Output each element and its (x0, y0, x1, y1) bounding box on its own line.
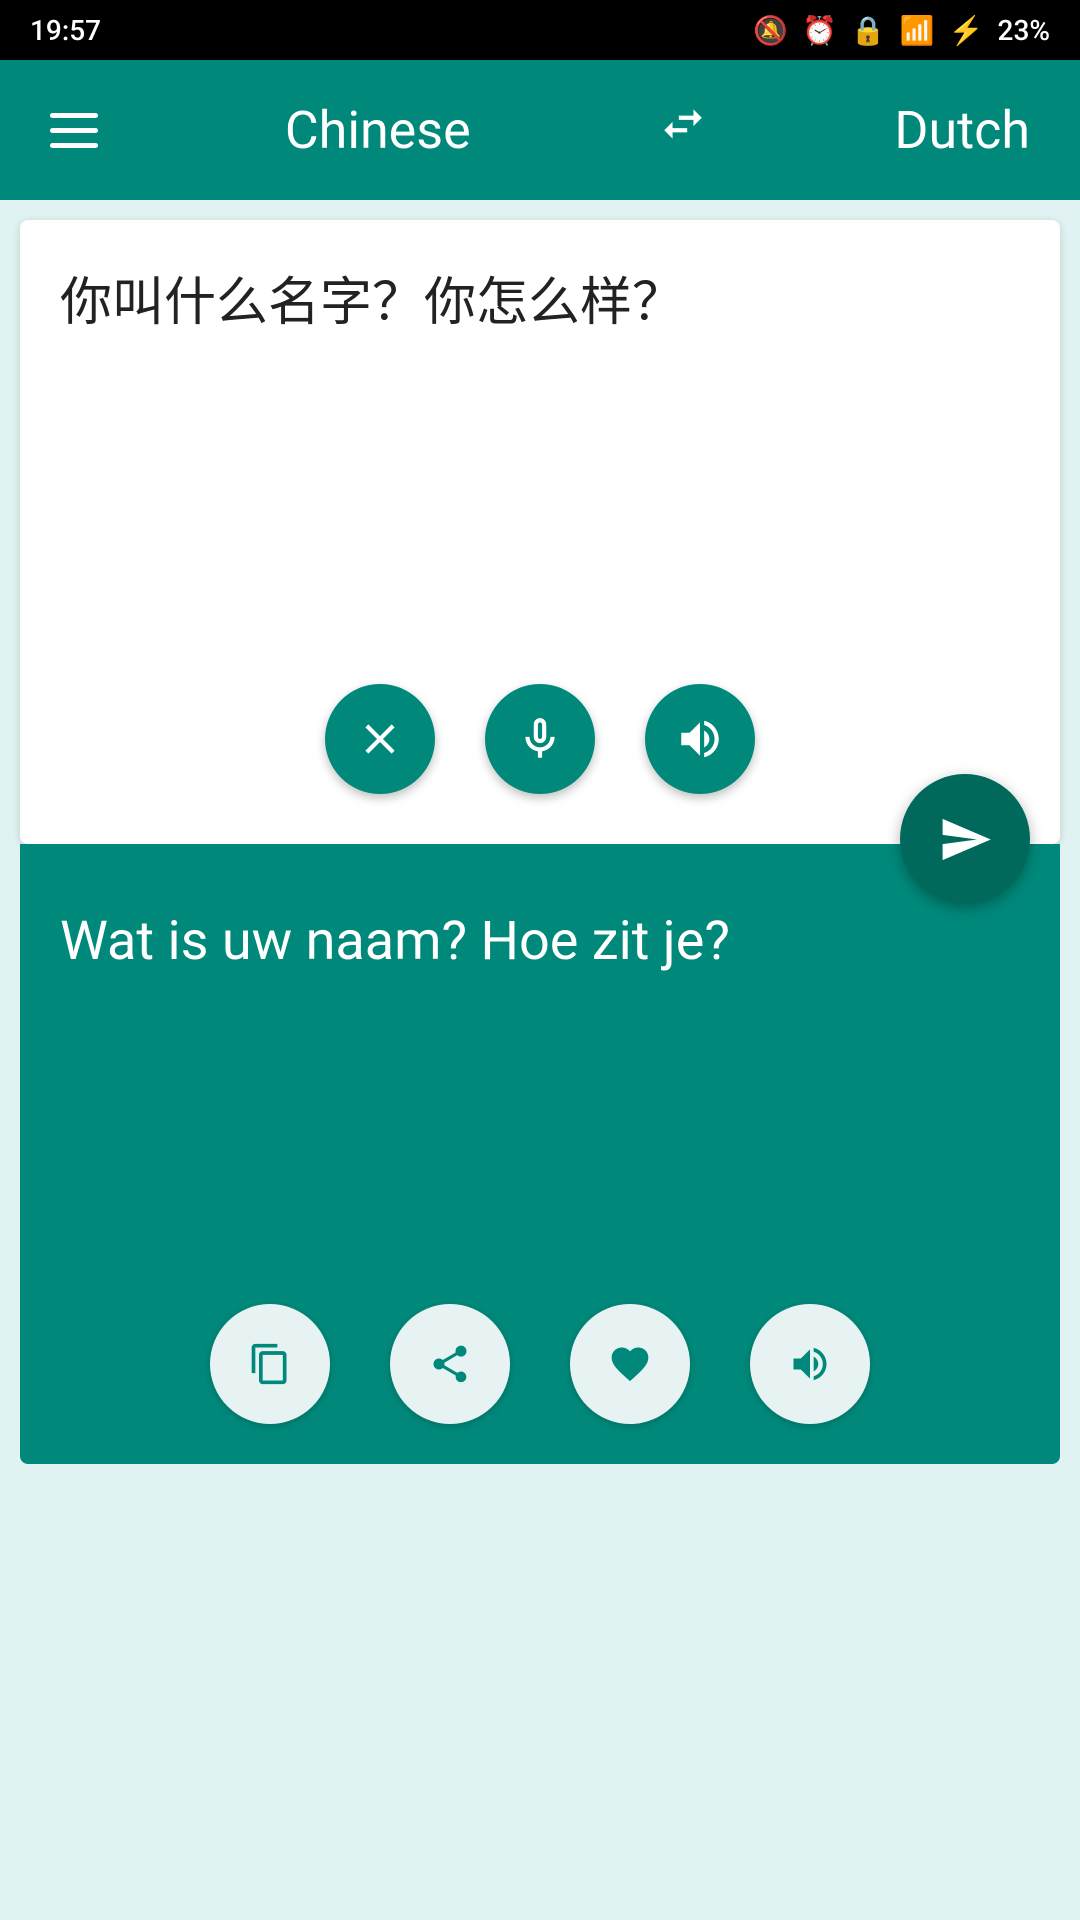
menu-button[interactable] (50, 113, 98, 148)
lock-icon: 🔒 (851, 14, 886, 47)
signal-icon: 📶 (900, 14, 935, 47)
nav-bar: Chinese Dutch (0, 60, 1080, 200)
status-bar: 19:57 🔕 ⏰ 🔒 📶 ⚡ 23% (0, 0, 1080, 60)
translate-button[interactable] (900, 774, 1030, 904)
speaker-button[interactable] (645, 684, 755, 794)
microphone-button[interactable] (485, 684, 595, 794)
copy-button[interactable] (210, 1304, 330, 1424)
source-language[interactable]: Chinese (285, 100, 471, 161)
target-language[interactable]: Dutch (894, 100, 1030, 161)
output-section: Wat is uw naam? Hoe zit je? (20, 844, 1060, 1464)
swap-languages-button[interactable] (658, 99, 708, 162)
charging-icon: ⚡ (949, 14, 984, 47)
translated-text: Wat is uw naam? Hoe zit je? (60, 904, 1020, 980)
favorite-button[interactable] (570, 1304, 690, 1424)
input-controls (20, 664, 1060, 814)
status-time: 19:57 (30, 14, 101, 47)
output-controls (20, 1304, 1060, 1424)
status-icons: 🔕 ⏰ 🔒 📶 ⚡ 23% (753, 14, 1050, 47)
notification-icon: 🔕 (753, 14, 788, 47)
input-section: 你叫什么名字？你怎么样？ (20, 220, 1060, 844)
alarm-icon: ⏰ (802, 14, 837, 47)
battery-level: 23% (998, 14, 1050, 47)
clear-button[interactable] (325, 684, 435, 794)
output-speaker-button[interactable] (750, 1304, 870, 1424)
share-button[interactable] (390, 1304, 510, 1424)
